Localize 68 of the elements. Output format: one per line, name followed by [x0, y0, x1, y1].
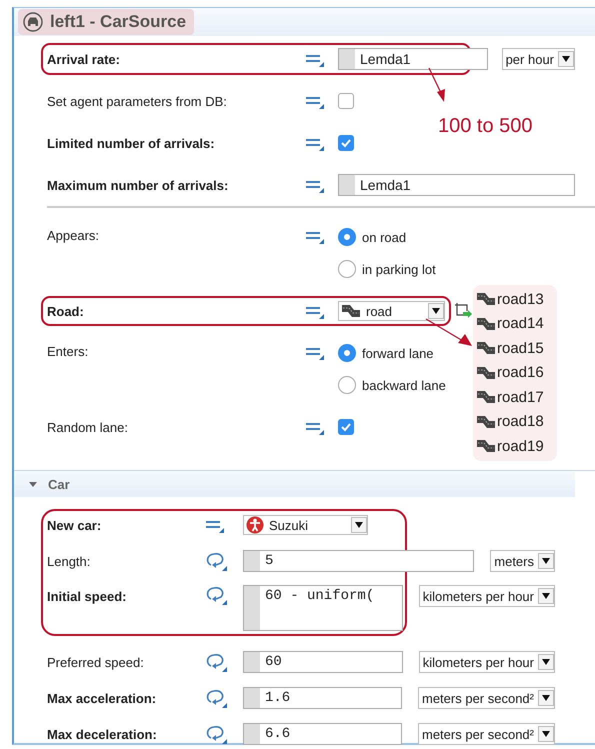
road-name: road14	[497, 315, 544, 332]
unit-dropdown[interactable]: per hour	[502, 48, 575, 70]
road-name: road19	[497, 438, 544, 455]
field-label: Max acceleration:	[47, 690, 158, 706]
field-label: Limited number of arrivals:	[47, 136, 216, 150]
field-label: Preferred speed:	[47, 654, 145, 670]
check-icon	[340, 421, 352, 433]
field-label: Random lane:	[47, 420, 129, 434]
annotation-note: 100 to 500	[438, 115, 533, 138]
agent-type-dropdown[interactable]: Suzuki	[243, 515, 368, 535]
field-label: Maximum number of arrivals:	[47, 178, 230, 192]
unit-dropdown[interactable]: kilometers per hour	[418, 585, 555, 607]
dynamic-value-icon[interactable]	[205, 652, 227, 672]
road-name: road13	[497, 290, 544, 308]
pick-on-canvas-icon[interactable]	[454, 302, 472, 320]
radio-option[interactable]: on road	[338, 221, 436, 253]
road-dropdown[interactable]: road	[338, 301, 445, 321]
road-icon	[341, 304, 361, 318]
road-icon	[476, 366, 496, 380]
field-label: Set agent parameters from DB:	[47, 94, 228, 108]
unit-dropdown[interactable]: meters	[490, 550, 555, 572]
dynamic-value-icon[interactable]	[205, 688, 227, 708]
expression-field[interactable]: 60 - uniform(	[243, 585, 403, 631]
expression-field[interactable]: Lemda1	[338, 174, 575, 196]
section-header[interactable]: Car	[14, 471, 575, 497]
field-label: Initial speed:	[47, 589, 128, 604]
person-icon	[246, 516, 264, 534]
road-name: road15	[497, 340, 544, 357]
arrow	[427, 67, 447, 103]
road-icon	[476, 292, 496, 306]
unit-dropdown[interactable]: kilometers per hour	[418, 651, 555, 673]
unit-dropdown[interactable]: meters per second²	[418, 723, 555, 745]
field-label: Appears:	[47, 228, 100, 243]
dynamic-value-icon[interactable]	[205, 551, 227, 571]
expression-field[interactable]: 5	[243, 550, 474, 572]
field-label: New car:	[47, 518, 102, 532]
road-icon	[476, 316, 496, 331]
field-label: Arrival rate:	[47, 52, 121, 66]
arrow	[425, 318, 473, 348]
road-icon	[476, 414, 496, 429]
expression-field[interactable]: Lemda1	[338, 48, 488, 70]
expand-triangle-icon[interactable]	[28, 479, 38, 489]
unit-dropdown[interactable]: meters per second²	[418, 687, 555, 709]
radio-option[interactable]: backward lane	[338, 369, 446, 401]
field-label: Enters:	[47, 344, 90, 359]
checkbox[interactable]	[338, 135, 354, 151]
road-name: road17	[497, 388, 544, 406]
expression-field[interactable]: 1.6	[243, 687, 402, 709]
checkbox[interactable]	[338, 93, 354, 109]
dynamic-value-icon[interactable]	[205, 585, 227, 605]
expression-field[interactable]: 60	[243, 651, 403, 673]
checkbox[interactable]	[338, 419, 354, 435]
field-label: Length:	[47, 554, 92, 568]
car-icon	[23, 12, 43, 32]
field-label: Max deceleration:	[47, 726, 158, 742]
dynamic-value-icon[interactable]	[205, 724, 227, 744]
check-icon	[340, 137, 352, 149]
expression-field[interactable]: 6.6	[243, 723, 402, 745]
road-icon	[476, 390, 496, 404]
panel-title: left1 - CarSource	[50, 12, 186, 32]
road-icon	[476, 341, 496, 356]
field-label: Road:	[47, 304, 85, 318]
section-title: Car	[48, 476, 70, 492]
radio-option[interactable]: forward lane	[338, 337, 446, 369]
road-icon	[476, 439, 496, 454]
road-name: road18	[497, 413, 544, 430]
road-name: road16	[497, 364, 544, 382]
radio-option[interactable]: in parking lot	[338, 253, 436, 285]
